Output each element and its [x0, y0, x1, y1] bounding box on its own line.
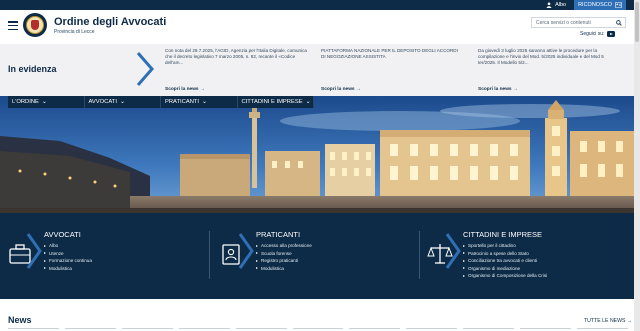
chevron-right-icon: [26, 233, 42, 269]
evidenza-item-text: Con nota del 29.7.2025, l'AGID, Agenzia …: [165, 48, 307, 65]
chevron-down-icon: ⌄: [119, 99, 125, 105]
card-links: Sportello per il cittadino Patrocinio a …: [463, 242, 547, 280]
evidenza-item[interactable]: PIATTAFORMA NAZIONALE PER IL DEPOSITO DE…: [321, 48, 463, 94]
social-label: Seguici su:: [580, 31, 605, 37]
riconosco-label: RICONOSCO: [578, 2, 612, 8]
scopri-news-link[interactable]: Scopri la news →: [321, 87, 361, 92]
site-header: Ordine degli Avvocati Provincia di Lecce…: [0, 10, 634, 44]
chevron-right-icon: [238, 233, 254, 269]
chevron-down-icon: ⌄: [202, 99, 207, 105]
search-input[interactable]: Cerca servizi o contenuti: [531, 17, 626, 28]
news-title: News: [8, 315, 32, 325]
main-menu: L'ORDINE ⌄ AVVOCATI ⌄ PRATICANTI ⌄ CITTADIN…: [8, 96, 314, 108]
search-placeholder: Cerca servizi o contenuti: [536, 19, 591, 26]
divider: [419, 231, 420, 279]
evidenza-item[interactable]: Da giovedì 3 luglio 2025 saranno attive …: [478, 48, 620, 94]
card-link[interactable]: Sportello per il cittadino: [463, 242, 547, 250]
top-bar: Albo RICONOSCO: [0, 0, 634, 10]
card-link[interactable]: Modulistica: [44, 265, 92, 273]
card-link[interactable]: Utenze: [44, 250, 92, 258]
menu-item-praticanti[interactable]: PRATICANTI ⌄: [161, 96, 238, 108]
chevron-right-icon: [445, 233, 461, 269]
card-praticanti: PRATICANTI Accesso alla professione Scuo…: [220, 229, 420, 289]
menu-item-avvocati[interactable]: AVVOCATI ⌄: [85, 96, 161, 108]
arrow-right-icon: →: [626, 318, 633, 324]
user-icon: [546, 2, 552, 8]
card-cittadini-imprese: CITTADINI E IMPRESE Sportello per il cit…: [427, 229, 627, 289]
card-link[interactable]: Formazione continua: [44, 257, 92, 265]
card-link[interactable]: Organismo di mediazione: [463, 265, 547, 273]
riconosco-button[interactable]: RICONOSCO: [574, 0, 626, 10]
hero-image: [0, 96, 634, 213]
arrow-right-icon: →: [199, 87, 205, 92]
card-link[interactable]: Organismo di Composizione della Crisi: [463, 272, 547, 280]
hamburger-menu-icon[interactable]: [8, 21, 18, 30]
site-subtitle: Provincia di Lecce: [54, 29, 95, 35]
scrollbar[interactable]: [634, 0, 640, 331]
scrollbar-thumb[interactable]: [635, 2, 639, 42]
card-link[interactable]: Modulistica: [256, 265, 312, 273]
scopri-news-link[interactable]: Scopri la news →: [478, 87, 518, 92]
ordine-logo[interactable]: [23, 13, 47, 37]
youtube-icon[interactable]: [607, 31, 616, 37]
social-links: Seguici su:: [580, 31, 616, 37]
in-evidenza-section: In evidenza Con nota del 29.7.2025, l'AG…: [0, 44, 634, 96]
sections-band: AVVOCATI Albo Utenze Formazione continua…: [0, 213, 634, 299]
card-link[interactable]: Registro praticanti: [256, 257, 312, 265]
card-link[interactable]: Conciliazione tra avvocati e clienti: [463, 257, 547, 265]
card-link[interactable]: Albo: [44, 242, 92, 250]
chevron-down-icon: ⌄: [41, 99, 47, 105]
card-title[interactable]: AVVOCATI: [44, 230, 81, 239]
arrow-right-icon: →: [355, 87, 361, 92]
card-link[interactable]: Scuola forense: [256, 250, 312, 258]
all-news-link[interactable]: TUTTE LE NEWS →: [584, 318, 632, 324]
search-icon[interactable]: [616, 19, 622, 26]
divider: [209, 231, 210, 279]
card-links: Albo Utenze Formazione continua Modulist…: [44, 242, 92, 272]
scopri-news-link[interactable]: Scopri la news →: [165, 87, 205, 92]
evidenza-item-text: PIATTAFORMA NAZIONALE PER IL DEPOSITO DE…: [321, 48, 458, 59]
card-link[interactable]: Patrocinio a spese dello Stato: [463, 250, 547, 258]
menu-item-cittadini-imprese[interactable]: CITTADINI E IMPRESE ⌄: [238, 96, 314, 108]
evidenza-item[interactable]: Con nota del 29.7.2025, l'AGID, Agenzia …: [165, 48, 307, 94]
evidenza-item-text: Da giovedì 3 luglio 2025 saranno attive …: [478, 48, 604, 65]
arrow-right-icon: →: [512, 87, 518, 92]
in-evidenza-title: In evidenza: [8, 64, 57, 74]
chevron-right-icon: [136, 52, 154, 86]
site-title[interactable]: Ordine degli Avvocati: [54, 16, 166, 28]
albo-link[interactable]: Albo: [546, 2, 566, 8]
card-title[interactable]: CITTADINI E IMPRESE: [463, 230, 542, 239]
menu-item-ordine[interactable]: L'ORDINE ⌄: [8, 96, 85, 108]
albo-label: Albo: [555, 2, 567, 8]
card-avvocati: AVVOCATI Albo Utenze Formazione continua…: [8, 229, 208, 289]
chevron-down-icon: ⌄: [305, 99, 311, 105]
card-links: Accesso alla professione Scuola forense …: [256, 242, 312, 272]
card-link[interactable]: Accesso alla professione: [256, 242, 312, 250]
card-title[interactable]: PRATICANTI: [256, 230, 300, 239]
id-card-icon: [615, 2, 622, 8]
